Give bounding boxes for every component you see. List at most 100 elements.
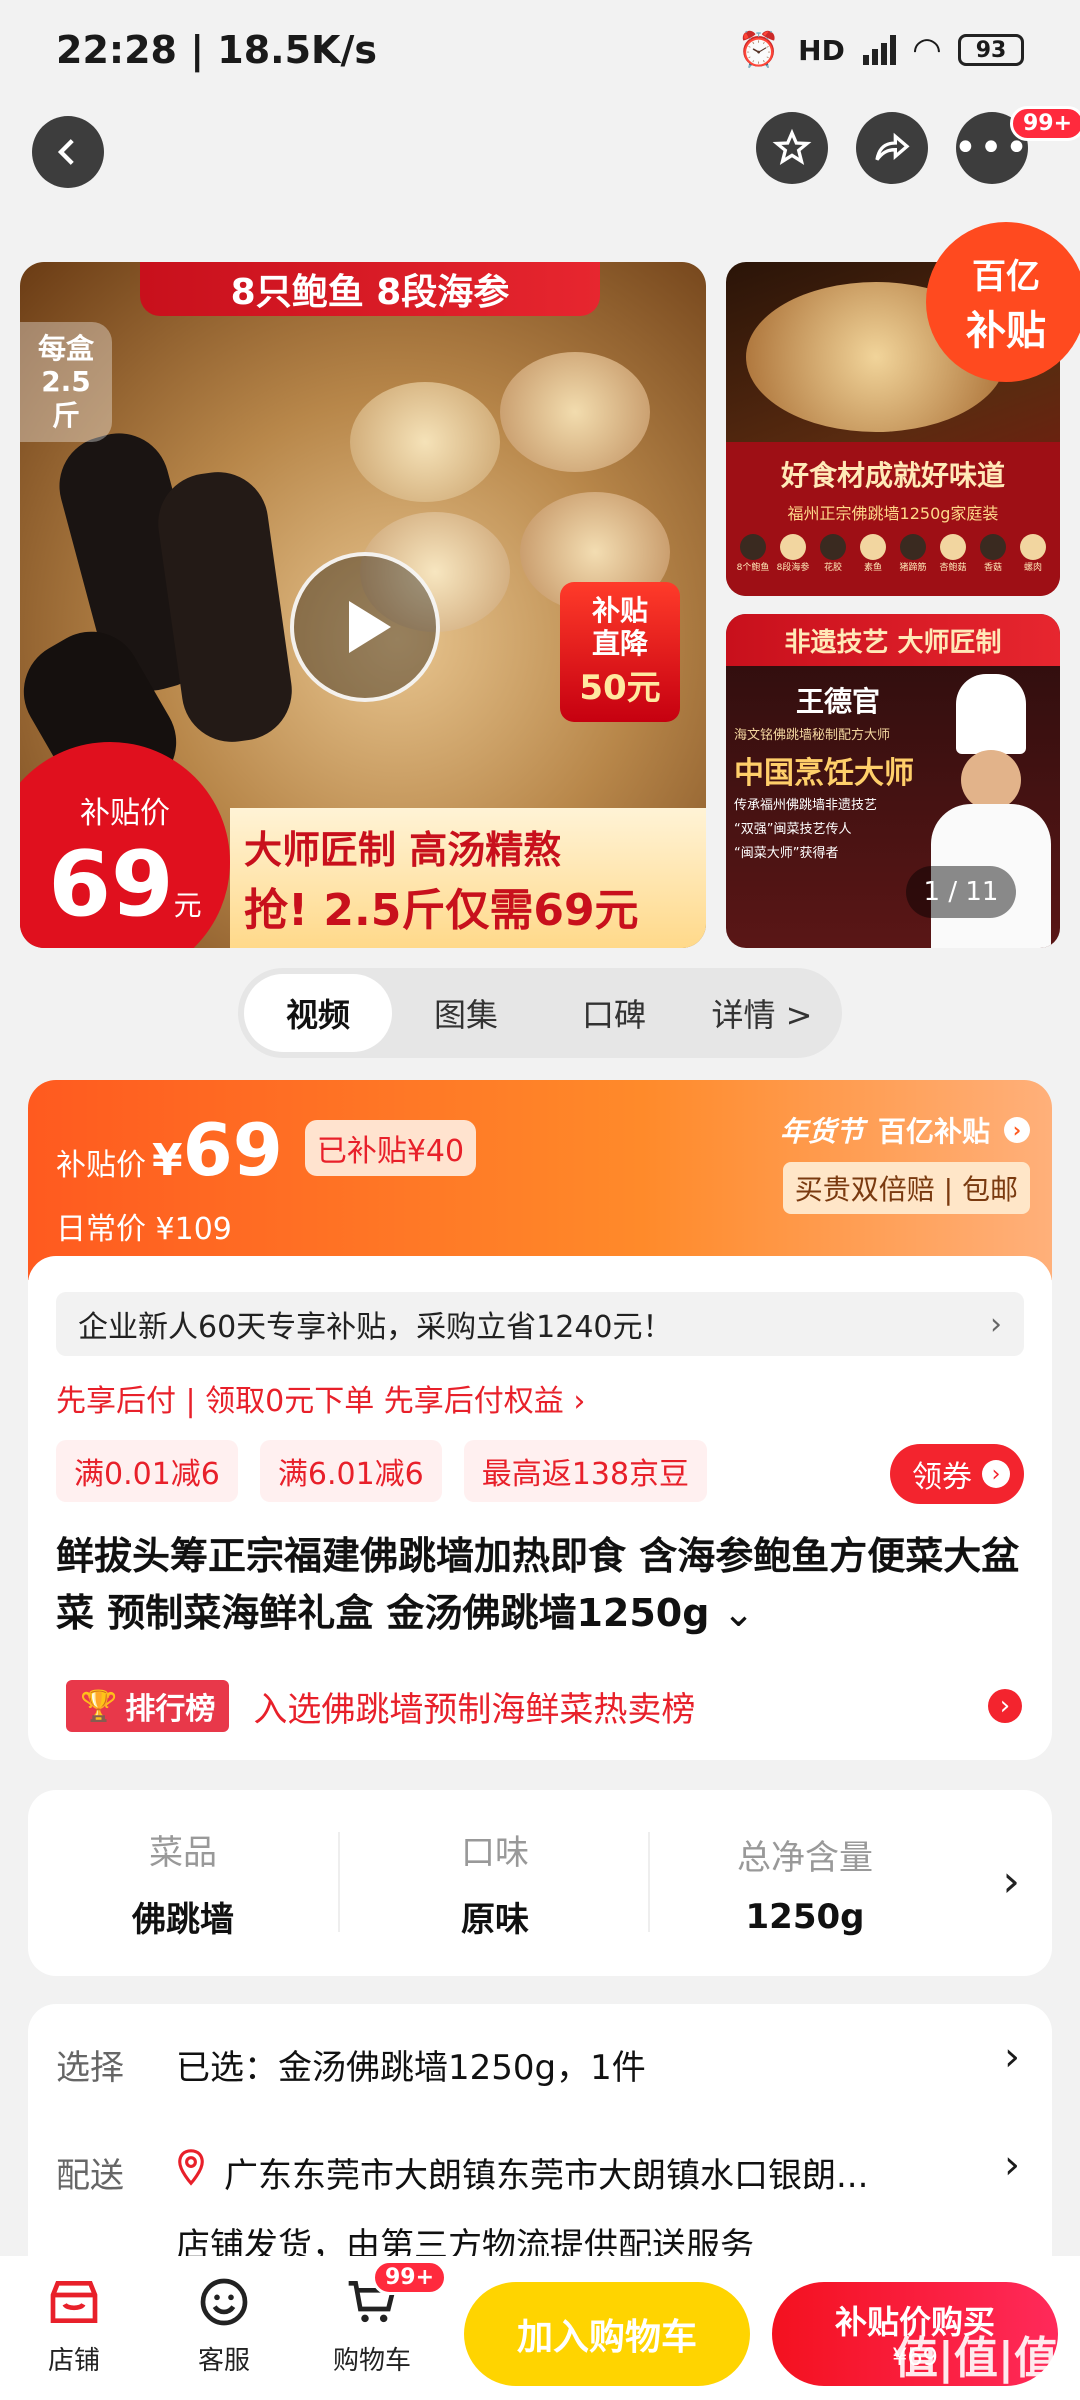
- ingredient-label: 螺肉: [1023, 563, 1042, 573]
- ingredient-item: 8段海参: [775, 534, 811, 574]
- price-label: 补贴价: [56, 1148, 146, 1183]
- gallery-pager-text: 1 / 11: [923, 877, 999, 907]
- coupon-tag[interactable]: 最高返138京豆: [463, 1440, 708, 1502]
- back-button[interactable]: [32, 116, 104, 188]
- rank-row[interactable]: 🏆 排行榜 入选佛跳墙预制海鲜菜热卖榜 ›: [66, 1680, 1022, 1732]
- ingredient-dot: [1020, 534, 1046, 560]
- ingredient-item: 猪蹄筋: [895, 534, 931, 574]
- program-name: 百亿补贴: [877, 1115, 990, 1148]
- tab-gallery[interactable]: 图集: [392, 974, 540, 1052]
- cart-label: 购物车: [332, 2346, 411, 2376]
- cart-button[interactable]: 购物车 99+: [312, 2260, 448, 2377]
- subsidy-drop-text: 补贴直降: [591, 594, 648, 660]
- price-value: 69: [182, 1108, 283, 1192]
- top-nav: ••• 99+: [0, 106, 1080, 192]
- star-icon: [772, 128, 812, 165]
- signal-icon: [862, 35, 896, 65]
- select-label: 选择: [56, 2048, 124, 2088]
- cart-badge: 99+: [372, 2260, 448, 2295]
- ingredient-dot: [860, 534, 886, 560]
- share-icon: [875, 132, 910, 161]
- chevron-right-icon: ›: [1004, 1117, 1030, 1143]
- gallery-thumb-chef[interactable]: 非遗技艺 大师匠制 王德官 海文铭佛跳墙秘制配方大师 中国烹饪大师 传承福州佛跳…: [726, 614, 1060, 948]
- spec-value: 1250g: [745, 1896, 865, 1937]
- subsidy-drop-amount: 50元: [579, 667, 661, 708]
- rank-badge-text: 排行榜: [125, 1692, 216, 1727]
- ingredient-item: 杏鲍菇: [935, 534, 971, 574]
- chef-honor: 中国烹饪大师: [734, 756, 914, 791]
- pay-later-link[interactable]: 先享后付 | 领取0元下单 先享后付权益 ›: [56, 1376, 585, 1420]
- network-label: HD: [798, 33, 845, 67]
- program-label[interactable]: 年货节 百亿补贴 ›: [780, 1110, 1030, 1150]
- chevron-right-icon: ›: [1004, 2142, 1020, 2188]
- subsidy-corner-badge: 百亿 补贴: [926, 222, 1080, 382]
- ingredient-dot: [740, 534, 766, 560]
- ingredient-label: 花胶: [823, 563, 842, 573]
- site-watermark: 值|值|值: [893, 2333, 1058, 2384]
- add-to-cart-button[interactable]: 加入购物车: [464, 2282, 750, 2386]
- status-bar: 22:28 | 18.5K/s ⏰ HD ◠ 93: [0, 0, 1080, 100]
- rank-text: 入选佛跳墙预制海鲜菜热卖榜: [253, 1689, 696, 1730]
- chef-note2: “双强”闽菜技艺传人: [734, 822, 852, 837]
- image-gallery[interactable]: 8只鲍鱼 8段海参 每盒2.5斤 补贴直降 50元 补贴价 69 元 大师匠制 …: [20, 222, 1080, 948]
- product-title: 鲜拔头筹正宗福建佛跳墙加热即食 含海参鲍鱼方便菜大盆菜 预制菜海鲜礼盒 金汤佛跳…: [56, 1528, 1036, 1642]
- thumb2-title-block: 非遗技艺 大师匠制: [726, 614, 1060, 666]
- share-button[interactable]: [856, 112, 928, 184]
- status-time: 22:28 | 18.5K/s: [56, 28, 377, 72]
- battery-level: 93: [975, 37, 1007, 63]
- select-row[interactable]: 选择 已选：金汤佛跳墙1250g，1件 ›: [28, 2004, 1052, 2114]
- ingredient-dot: [980, 534, 1006, 560]
- main-bottom-banner: 大师匠制 高汤精熬 抢! 2.5斤仅需69元: [230, 808, 706, 948]
- favorite-button[interactable]: [756, 112, 828, 184]
- tab-reviews[interactable]: 口碑: [540, 974, 688, 1052]
- ingredient-list: 8个鲍鱼 8段海参 花胶 素鱼 猪蹄筋 杏鲍菇 香菇 螺肉: [727, 534, 1059, 574]
- chef-name: 王德官: [796, 685, 881, 718]
- coupon-row: 满0.01减6 满6.01减6 最高返138京豆: [56, 1440, 708, 1502]
- specs-card[interactable]: 菜品 佛跳墙 口味 原味 总净含量 1250g ›: [28, 1790, 1052, 1976]
- bottom-line1: 大师匠制 高汤精熬: [244, 827, 562, 872]
- enterprise-bar[interactable]: 企业新人60天专享补贴，采购立省1240元！ ›: [56, 1292, 1024, 1356]
- spec-value: 原味: [461, 1900, 529, 1940]
- product-info-card: 企业新人60天专享补贴，采购立省1240元！ › 先享后付 | 领取0元下单 先…: [28, 1256, 1052, 1760]
- chevron-right-icon: ›: [1004, 2034, 1020, 2080]
- customer-service-icon: [194, 2272, 254, 2332]
- ingredient-dot: [900, 534, 926, 560]
- location-pin-icon: [176, 2148, 206, 2186]
- price-badge-unit: 元: [173, 888, 202, 922]
- gallery-pager: 1 / 11: [906, 866, 1016, 918]
- festival-label: 年货节: [779, 1115, 864, 1148]
- sea-cucumber-image: [20, 422, 300, 821]
- chevron-down-icon[interactable]: ⌄: [723, 1591, 755, 1635]
- ship-label: 配送: [56, 2156, 124, 2196]
- get-coupon-button[interactable]: 领券 ›: [890, 1444, 1024, 1504]
- ingredient-dot: [940, 534, 966, 560]
- service-label: 客服: [197, 2346, 250, 2376]
- spec-label: 菜品: [149, 1833, 217, 1873]
- tab-video[interactable]: 视频: [244, 974, 392, 1052]
- chevron-right-icon: ›: [1002, 1856, 1020, 1907]
- play-icon[interactable]: [290, 552, 440, 702]
- store-label: 店铺: [47, 2346, 100, 2376]
- price-row: 补贴价 ¥ 69 已补贴¥40: [56, 1108, 477, 1192]
- bottom-action-bar: 店铺 客服 购物车 99+ 加入购物车 补贴价购买 ¥69 值|值|值: [0, 2256, 1080, 2400]
- ingredient-label: 素鱼: [863, 563, 882, 573]
- battery-icon: 93: [958, 34, 1024, 66]
- store-button[interactable]: 店铺: [14, 2272, 134, 2377]
- main-product-video[interactable]: 8只鲍鱼 8段海参 每盒2.5斤 补贴直降 50元 补贴价 69 元 大师匠制 …: [20, 262, 706, 948]
- ingredient-label: 8个鲍鱼: [736, 563, 770, 573]
- get-coupon-label: 领券: [912, 1460, 972, 1495]
- coupon-tag[interactable]: 满6.01减6: [259, 1440, 442, 1502]
- subsidy-drop-badge: 补贴直降 50元: [560, 582, 680, 722]
- coupon-tag[interactable]: 满0.01减6: [56, 1440, 238, 1502]
- price-currency: ¥: [152, 1135, 183, 1186]
- enterprise-text: 企业新人60天专享补贴，采购立省1240元！: [78, 1310, 673, 1345]
- tab-details[interactable]: 详情 >: [688, 974, 836, 1052]
- ingredient-item: 螺肉: [1015, 534, 1051, 574]
- select-value: 已选：金汤佛跳墙1250g，1件: [176, 2048, 646, 2088]
- chevron-right-icon: ›: [982, 1460, 1010, 1488]
- service-button[interactable]: 客服: [164, 2272, 284, 2377]
- alarm-icon: ⏰: [737, 30, 781, 70]
- status-icons: ⏰ HD ◠ 93: [738, 30, 1024, 70]
- weight-tag-text: 每盒2.5斤: [37, 331, 94, 432]
- add-to-cart-label: 加入购物车: [516, 2317, 697, 2358]
